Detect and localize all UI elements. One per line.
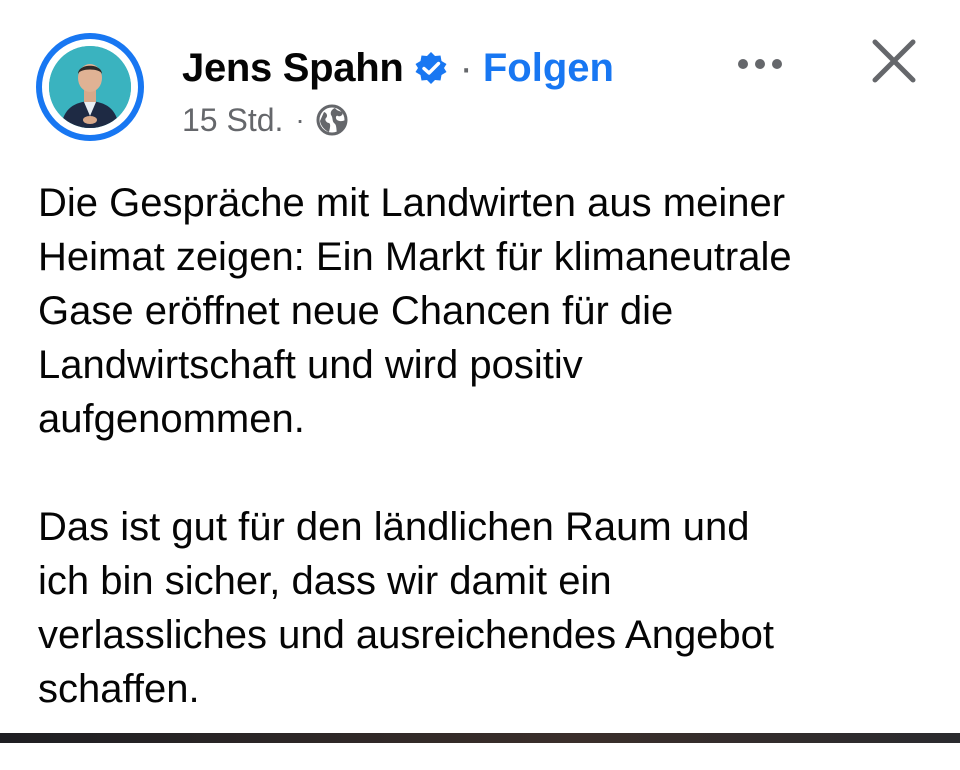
author-name[interactable]: Jens Spahn [182, 46, 404, 91]
separator-dot: · [459, 45, 473, 90]
avatar[interactable] [36, 33, 144, 141]
person-photo-icon [49, 46, 131, 128]
profile-photo [49, 46, 131, 128]
more-options-button[interactable] [735, 44, 785, 84]
close-x-icon [872, 39, 916, 83]
more-dots-icon [738, 59, 782, 69]
post-paragraph-2: Das ist gut für den ländlichen Raum und … [38, 505, 775, 711]
meta-separator-dot: · [295, 104, 305, 135]
follow-button[interactable]: Folgen [483, 46, 614, 91]
close-button[interactable] [865, 32, 923, 90]
post-timestamp[interactable]: 15 Std. [182, 102, 283, 139]
post-paragraph-1: Die Gespräche mit Landwirten aus meiner … [38, 181, 792, 441]
post-meta: 15 Std. · [182, 100, 349, 140]
media-preview-edge [0, 733, 960, 743]
author-row: Jens Spahn · Folgen [182, 40, 614, 96]
post-header: Jens Spahn · Folgen 15 Std. · [0, 0, 960, 160]
verified-badge-icon [414, 51, 448, 85]
post-text: Die Gespräche mit Landwirten aus meiner … [38, 176, 938, 770]
globe-icon [315, 103, 349, 137]
